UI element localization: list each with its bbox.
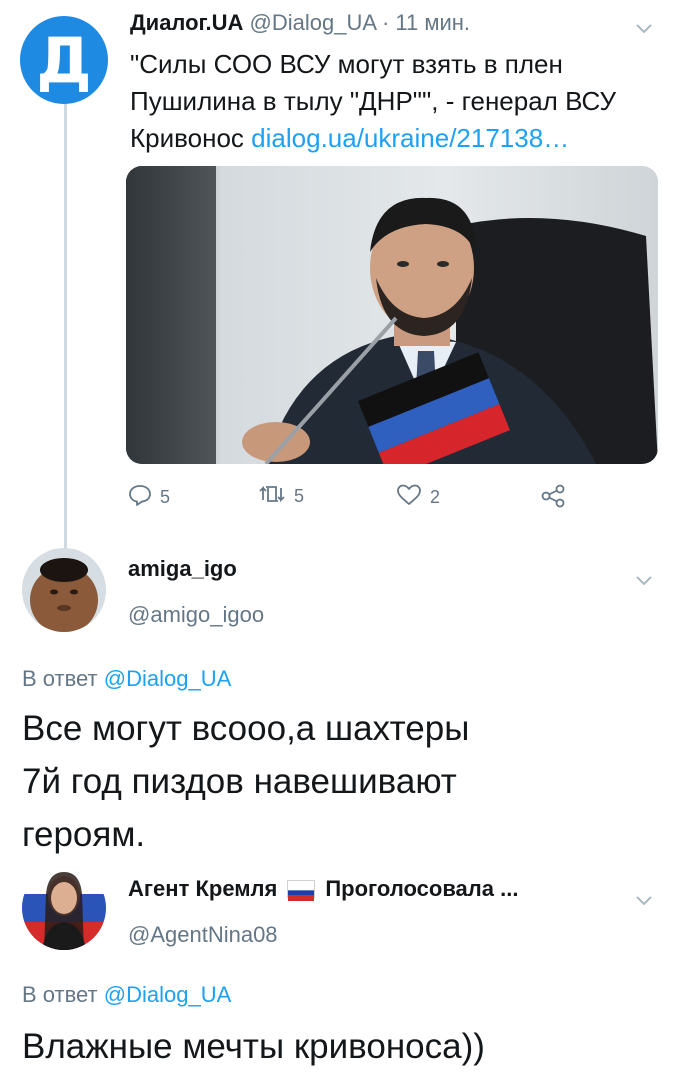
retweet-count: 5: [294, 486, 305, 506]
tweet1-header: Диалог.UA @Dialog_UA · 11 мин.: [130, 10, 470, 36]
tweet1-body: "Силы СОО ВСУ могут взять в плен Пушилин…: [130, 46, 650, 157]
tweet1-display-name[interactable]: Диалог.UA: [130, 10, 243, 35]
tweet1-separator: ·: [381, 10, 390, 35]
tweet3-display-name[interactable]: Агент Кремля: [128, 876, 277, 902]
tweet3-reply-context: В ответ @Dialog_UA: [22, 982, 231, 1008]
avatar-letter: Д: [36, 23, 92, 97]
retweet-button[interactable]: 5: [258, 484, 304, 509]
tweet1-photo[interactable]: [126, 166, 658, 464]
tweet1-time[interactable]: 11 мин.: [395, 10, 470, 35]
tweet1-link[interactable]: dialog.ua/ukraine/217138…: [251, 123, 569, 153]
russia-flag-icon: [287, 880, 316, 901]
reply-prefix: В ответ: [22, 666, 98, 691]
tweet2-text-line: Все могут всооо,а шахтеры: [22, 709, 470, 748]
tweet3-handle[interactable]: @AgentNina08: [128, 922, 278, 948]
reply-count: 5: [160, 487, 171, 507]
tweet2-text-line: героям.: [22, 815, 146, 854]
avatar-illustration: [22, 866, 106, 950]
tweet1-actions: 5 5 2: [128, 484, 588, 516]
share-icon: [540, 484, 566, 513]
tweet3-text: Влажные мечты кривоноса)): [22, 1027, 485, 1066]
tweet1-handle[interactable]: @Dialog_UA: [250, 10, 376, 35]
avatar-amiga-igo[interactable]: [22, 548, 106, 632]
retweet-icon: [258, 484, 286, 509]
tweet2-text-line: 7й год пиздов навешивают: [22, 762, 457, 801]
tweet2-text: Все могут всооо,а шахтеры 7й год пиздов …: [22, 702, 662, 861]
share-button[interactable]: [540, 484, 566, 513]
tweet3-display-name-suffix: Проголосовала ...: [325, 876, 519, 901]
chevron-down-icon[interactable]: [636, 886, 652, 912]
avatar-illustration: [22, 548, 106, 632]
reply-button[interactable]: 5: [128, 484, 170, 511]
avatar-agent-nina[interactable]: [22, 866, 106, 950]
reply-prefix: В ответ: [22, 982, 98, 1007]
like-button[interactable]: 2: [396, 484, 440, 511]
thread-connector-line: [64, 100, 67, 550]
avatar-dialog-ua[interactable]: Д: [20, 16, 108, 104]
tweet2-reply-context: В ответ @Dialog_UA: [22, 666, 231, 692]
reply-handle-link[interactable]: @Dialog_UA: [104, 666, 232, 691]
tweet2-display-name[interactable]: amiga_igo: [128, 556, 237, 582]
like-count: 2: [430, 487, 441, 507]
chevron-down-icon[interactable]: [636, 566, 652, 592]
like-icon: [396, 484, 422, 511]
photo-illustration: [126, 166, 658, 464]
tweet3-name-row: Агент Кремля Проголосовала ...: [128, 876, 518, 902]
reply-handle-link[interactable]: @Dialog_UA: [104, 982, 232, 1007]
chevron-down-icon[interactable]: [636, 14, 652, 40]
tweet2-handle[interactable]: @amigo_igoo: [128, 602, 264, 628]
reply-icon: [128, 484, 152, 511]
